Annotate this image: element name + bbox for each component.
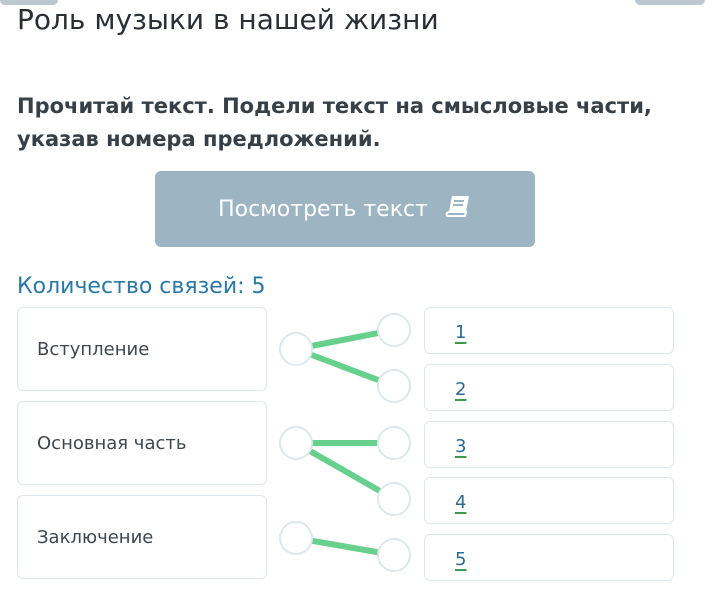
left-item-label: Основная часть bbox=[37, 432, 187, 454]
top-tab-right bbox=[635, 0, 705, 5]
left-item-main[interactable]: Основная часть bbox=[17, 401, 267, 485]
left-item-label: Вступление bbox=[37, 338, 150, 360]
left-item-conclusion[interactable]: Заключение bbox=[17, 495, 267, 579]
right-item-2[interactable]: 2 bbox=[424, 364, 674, 411]
right-item-4[interactable]: 4 bbox=[424, 477, 674, 524]
right-item-number: 4 bbox=[455, 492, 467, 513]
right-item-number: 1 bbox=[455, 322, 467, 343]
left-item-label: Заключение bbox=[37, 526, 154, 548]
left-connector[interactable] bbox=[279, 332, 313, 366]
right-connector[interactable] bbox=[377, 482, 411, 516]
right-connector[interactable] bbox=[377, 313, 411, 347]
left-connector[interactable] bbox=[279, 426, 313, 460]
left-item-intro[interactable]: Вступление bbox=[17, 307, 267, 391]
view-text-label: Посмотреть текст bbox=[218, 196, 428, 222]
connection-line bbox=[293, 346, 397, 389]
right-item-number: 5 bbox=[455, 549, 467, 570]
page-title: Роль музыки в нашей жизни bbox=[17, 3, 439, 36]
task-instruction: Прочитай текст. Подели текст на смысловы… bbox=[17, 94, 652, 151]
right-item-5[interactable]: 5 bbox=[424, 534, 674, 581]
links-count: Количество связей: 5 bbox=[17, 274, 266, 299]
right-item-3[interactable]: 3 bbox=[424, 421, 674, 468]
right-item-number: 3 bbox=[455, 436, 467, 457]
right-connector[interactable] bbox=[377, 538, 411, 572]
connection-line bbox=[293, 535, 397, 558]
right-connector[interactable] bbox=[377, 369, 411, 403]
right-item-number: 2 bbox=[455, 379, 467, 400]
connection-line bbox=[293, 327, 397, 352]
right-item-1[interactable]: 1 bbox=[424, 307, 674, 354]
right-connector[interactable] bbox=[377, 426, 411, 460]
connection-line bbox=[293, 440, 397, 502]
book-icon bbox=[444, 193, 472, 225]
left-connector[interactable] bbox=[279, 521, 313, 555]
view-text-button[interactable]: Посмотреть текст bbox=[155, 171, 535, 247]
